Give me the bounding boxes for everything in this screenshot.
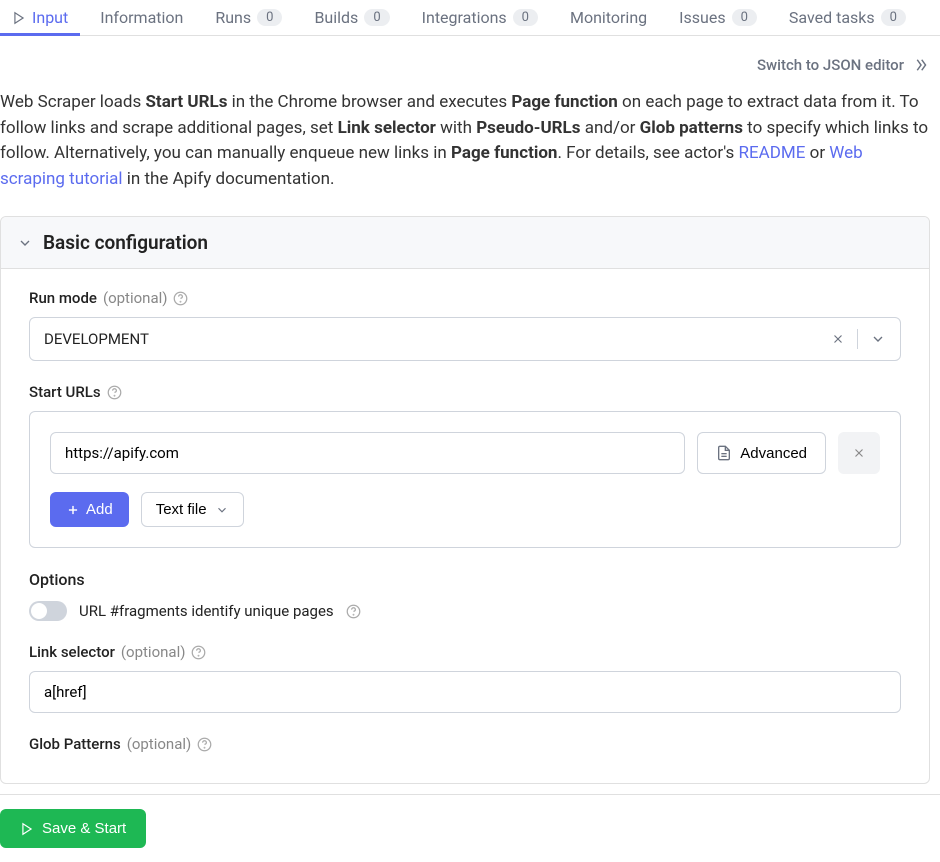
tab-input[interactable]: Input bbox=[0, 0, 80, 35]
glob-patterns-field: Glob Patterns (optional) bbox=[29, 735, 901, 753]
advanced-button[interactable]: Advanced bbox=[697, 432, 826, 474]
tab-badge: 0 bbox=[732, 9, 757, 26]
tab-saved-tasks[interactable]: Saved tasks 0 bbox=[777, 0, 918, 35]
clear-icon[interactable] bbox=[831, 332, 845, 346]
tab-badge: 0 bbox=[364, 9, 389, 26]
tab-monitoring[interactable]: Monitoring bbox=[558, 0, 659, 35]
json-switch-row: Switch to JSON editor bbox=[0, 56, 930, 74]
tabs-bar: Input Information Runs 0 Builds 0 Integr… bbox=[0, 0, 940, 36]
plus-icon bbox=[66, 503, 80, 517]
tab-badge: 0 bbox=[513, 9, 538, 26]
readme-link[interactable]: README bbox=[739, 143, 806, 163]
tab-label: Builds bbox=[314, 8, 358, 27]
switch-json-link[interactable]: Switch to JSON editor bbox=[757, 56, 904, 74]
play-icon bbox=[12, 11, 26, 25]
chevron-down-icon bbox=[17, 235, 33, 251]
play-icon bbox=[20, 822, 34, 836]
tab-label: Input bbox=[32, 8, 68, 27]
optional-label: (optional) bbox=[121, 643, 186, 661]
run-mode-select[interactable]: DEVELOPMENT bbox=[29, 317, 901, 361]
remove-url-button[interactable] bbox=[838, 432, 880, 474]
tab-issues[interactable]: Issues 0 bbox=[667, 0, 769, 35]
select-value: DEVELOPMENT bbox=[44, 330, 149, 348]
help-icon[interactable] bbox=[191, 645, 206, 660]
tab-label: Saved tasks bbox=[789, 8, 875, 27]
tab-runs[interactable]: Runs 0 bbox=[203, 0, 294, 35]
tab-label: Information bbox=[100, 8, 183, 27]
help-icon[interactable] bbox=[197, 737, 212, 752]
link-selector-label: Link selector bbox=[29, 643, 115, 661]
tab-badge: 0 bbox=[881, 9, 906, 26]
start-url-input[interactable] bbox=[50, 432, 685, 474]
section-title: Basic configuration bbox=[43, 231, 208, 254]
help-icon[interactable] bbox=[107, 385, 122, 400]
help-icon[interactable] bbox=[173, 291, 188, 306]
optional-label: (optional) bbox=[127, 735, 192, 753]
glob-patterns-label: Glob Patterns bbox=[29, 735, 121, 753]
start-urls-field: Start URLs Advanced bbox=[29, 383, 901, 548]
tab-label: Issues bbox=[679, 8, 725, 27]
tab-label: Runs bbox=[215, 8, 251, 27]
optional-label: (optional) bbox=[103, 289, 168, 307]
options-field: Options URL #fragments identify unique p… bbox=[29, 570, 901, 621]
help-icon[interactable] bbox=[346, 604, 361, 619]
chevron-down-icon[interactable] bbox=[870, 331, 886, 347]
run-mode-label: Run mode bbox=[29, 289, 97, 307]
tab-builds[interactable]: Builds 0 bbox=[302, 0, 401, 35]
intro-text: Web Scraper loads Start URLs in the Chro… bbox=[0, 90, 930, 192]
section-header[interactable]: Basic configuration bbox=[1, 217, 929, 269]
link-selector-input[interactable] bbox=[29, 671, 901, 713]
add-url-button[interactable]: Add bbox=[50, 492, 129, 527]
double-chevron-icon[interactable] bbox=[912, 56, 930, 74]
file-icon bbox=[716, 445, 732, 461]
save-start-button[interactable]: Save & Start bbox=[0, 809, 146, 848]
tab-label: Integrations bbox=[422, 8, 507, 27]
tab-integrations[interactable]: Integrations 0 bbox=[410, 0, 550, 35]
chevron-down-icon bbox=[215, 503, 229, 517]
fragments-label: URL #fragments identify unique pages bbox=[79, 602, 334, 620]
start-urls-label: Start URLs bbox=[29, 383, 101, 401]
options-title: Options bbox=[29, 570, 901, 589]
tab-badge: 0 bbox=[257, 9, 282, 26]
run-mode-field: Run mode (optional) DEVELOPMENT bbox=[29, 289, 901, 361]
basic-config-section: Basic configuration Run mode (optional) … bbox=[0, 216, 930, 784]
link-selector-field: Link selector (optional) bbox=[29, 643, 901, 713]
footer: Save & Start bbox=[0, 794, 940, 862]
fragments-toggle[interactable] bbox=[29, 601, 67, 621]
tab-information[interactable]: Information bbox=[88, 0, 195, 35]
text-file-button[interactable]: Text file bbox=[141, 492, 244, 527]
tab-label: Monitoring bbox=[570, 8, 647, 27]
